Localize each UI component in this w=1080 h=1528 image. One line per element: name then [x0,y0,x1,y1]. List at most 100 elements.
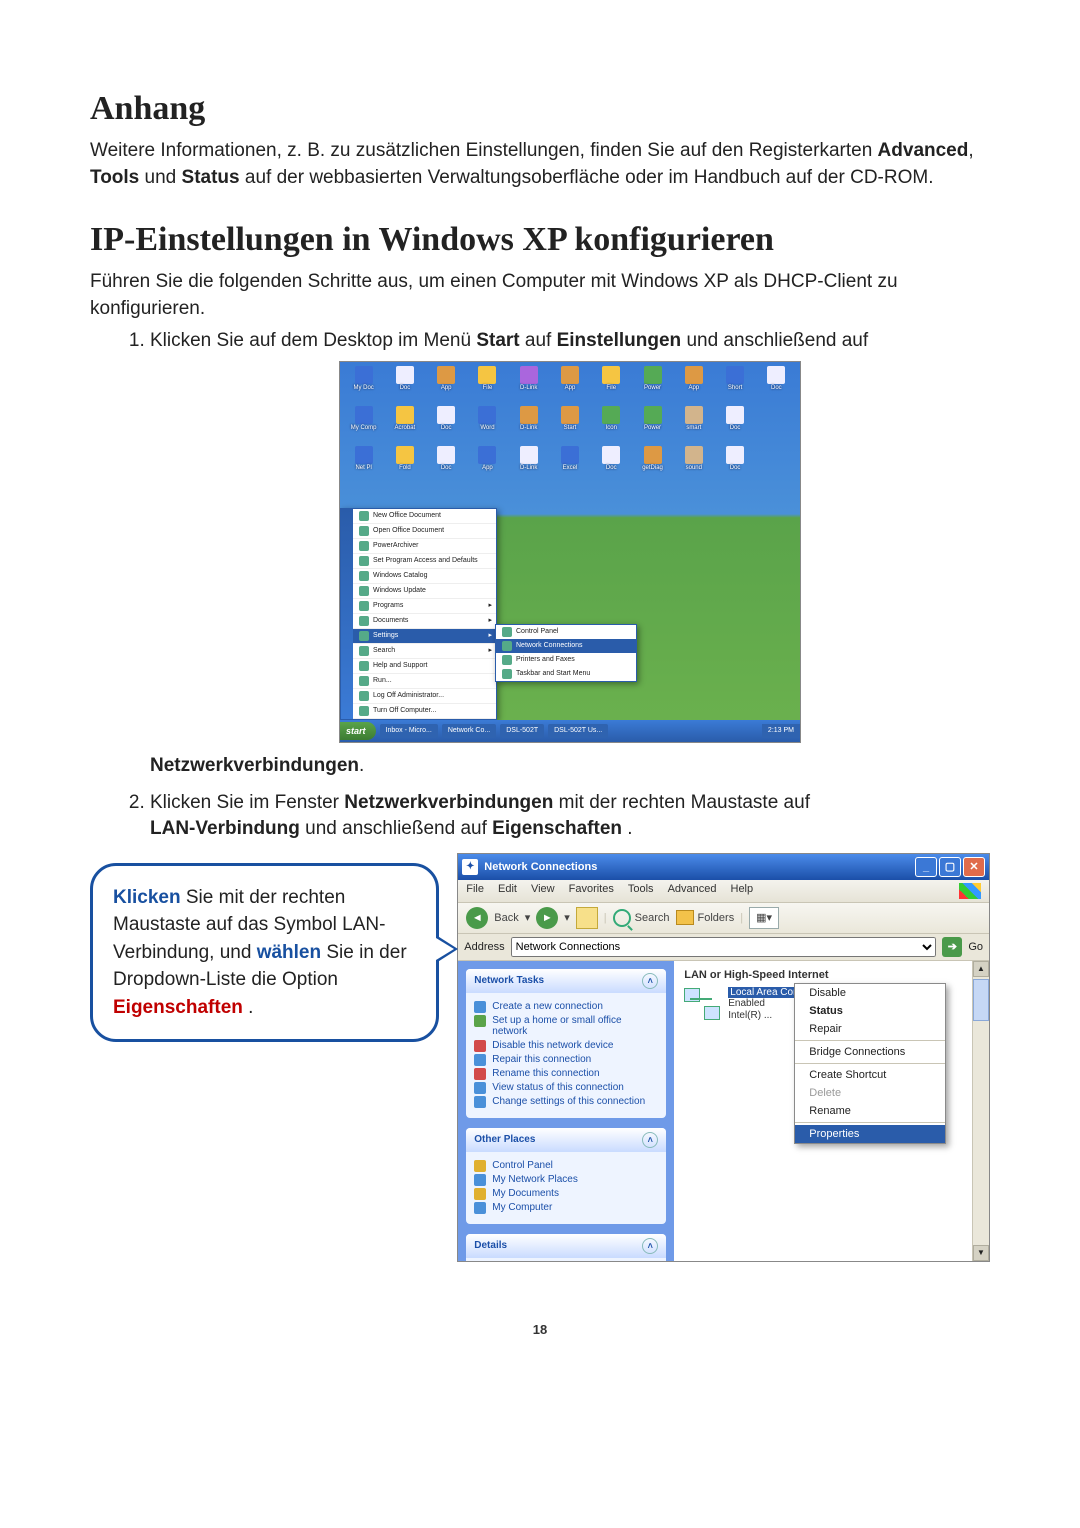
address-select[interactable]: Network Connections [511,937,937,957]
ctx-properties[interactable]: Properties [795,1125,945,1143]
menu-item[interactable]: Log Off Administrator... [373,691,444,701]
task-link[interactable]: Change settings of this connection [474,1096,658,1108]
menu-edit[interactable]: Edit [498,883,517,899]
dropdown-icon[interactable]: ▾ [564,911,570,924]
menu-item-settings[interactable]: Settings [373,631,398,641]
system-tray-clock: 2:13 PM [762,724,800,738]
start-submenu-settings[interactable]: Control Panel Network Connections Printe… [495,624,637,682]
back-button[interactable]: ◄ [466,907,488,929]
start-button[interactable]: start [340,722,376,741]
menu-item[interactable]: Set Program Access and Defaults [373,556,478,566]
ctx-status[interactable]: Status [795,1002,945,1020]
place-link[interactable]: My Network Places [474,1174,658,1186]
up-button[interactable] [576,907,598,929]
toolbar: ◄ Back ▾ ► ▾ | Search Folders | ▦▾ [458,903,989,934]
connection-state: Enabled [728,998,765,1009]
step-2: Klicken Sie im Fenster Netzwerkverbindun… [150,790,990,843]
menu-item[interactable]: Windows Catalog [373,571,427,581]
go-button[interactable]: ➔ [942,937,962,957]
views-button[interactable]: ▦▾ [749,907,779,929]
place-link[interactable]: Control Panel [474,1160,658,1172]
text-bold: Eigenschaften [492,818,622,839]
text: und anschließend auf [305,818,492,839]
submenu-item[interactable]: Control Panel [516,627,558,637]
task-link[interactable]: Disable this network device [474,1040,658,1052]
submenu-item-network-connections[interactable]: Network Connections [516,641,583,651]
ctx-disable[interactable]: Disable [795,984,945,1002]
ctx-create-shortcut[interactable]: Create Shortcut [795,1066,945,1084]
submenu-item[interactable]: Taskbar and Start Menu [516,669,590,679]
menu-item[interactable]: New Office Document [373,511,441,521]
menu-item[interactable]: PowerArchiver [373,541,419,551]
scroll-thumb[interactable] [973,979,989,1021]
close-button[interactable]: ✕ [963,857,985,877]
menu-item[interactable]: Help and Support [373,661,427,671]
menu-tools[interactable]: Tools [628,883,654,899]
ctx-rename[interactable]: Rename [795,1102,945,1120]
window-title: Network Connections [484,861,597,873]
callout-text: . [248,997,253,1018]
place-link[interactable]: My Computer [474,1202,658,1214]
menu-item[interactable]: Documents [373,616,408,626]
go-label: Go [968,941,983,953]
menu-help[interactable]: Help [731,883,754,899]
taskbar-item[interactable]: DSL-502T Us... [548,724,608,738]
chevron-up-icon[interactable]: ˄ [642,1238,658,1254]
menu-item[interactable]: Windows Update [373,586,426,596]
forward-button[interactable]: ► [536,907,558,929]
connection-device: Intel(R) ... [728,1010,772,1021]
ctx-repair[interactable]: Repair [795,1020,945,1038]
callout-keyword-red: Eigenschaften [113,997,243,1018]
connections-area: LAN or High-Speed Internet Local Area Co… [674,961,989,1261]
text: auf der webbasierten Verwaltungsoberfläc… [245,167,934,188]
text: , [968,140,973,161]
menu-item[interactable]: Open Office Document [373,526,444,536]
taskbar-item[interactable]: Inbox - Micro... [380,724,438,738]
menu-item[interactable]: Programs [373,601,403,611]
vertical-scrollbar[interactable]: ▲ ▼ [972,961,989,1261]
menu-item[interactable]: Run... [373,676,392,686]
windows-flag-icon [959,883,981,899]
text-bold: Einstellungen [557,330,682,351]
task-link[interactable]: View status of this connection [474,1082,658,1094]
ctx-bridge[interactable]: Bridge Connections [795,1043,945,1061]
text: Klicken Sie im Fenster [150,792,344,813]
task-link[interactable]: Set up a home or small office network [474,1015,658,1038]
menu-view[interactable]: View [531,883,555,899]
page-number: 18 [90,1322,990,1337]
paragraph-anhang: Weitere Informationen, z. B. zu zusätzli… [90,138,990,191]
menu-item[interactable]: Search [373,646,395,656]
text: und anschließend auf [686,330,868,351]
taskbar-item[interactable]: DSL-502T [500,724,544,738]
task-link[interactable]: Create a new connection [474,1001,658,1013]
text: mit der rechten Maustaste auf [559,792,810,813]
tasks-pane: Network Tasks˄ Create a new connection S… [458,961,674,1261]
chevron-up-icon[interactable]: ˄ [642,1132,658,1148]
app-icon: ✦ [462,859,478,875]
menu-item[interactable]: Turn Off Computer... [373,706,436,716]
scroll-up-icon[interactable]: ▲ [973,961,989,977]
dropdown-icon[interactable]: ▾ [525,911,531,924]
context-menu[interactable]: Disable Status Repair Bridge Connections… [794,983,946,1144]
submenu-item[interactable]: Printers and Faxes [516,655,575,665]
chevron-up-icon[interactable]: ˄ [642,973,658,989]
taskbar-item[interactable]: Network Co... [442,724,496,738]
folders-button[interactable]: Folders [676,910,735,925]
maximize-button[interactable]: ▢ [939,857,961,877]
step-1: Klicken Sie auf dem Desktop im Menü Star… [150,328,990,779]
callout-arrow-icon [436,935,458,963]
heading-ip: IP-Einstellungen in Windows XP konfiguri… [90,221,990,259]
panel-other-places: Other Places˄ Control Panel My Network P… [466,1128,666,1224]
minimize-button[interactable]: _ [915,857,937,877]
task-link[interactable]: Rename this connection [474,1068,658,1080]
text-bold-netzwerkverbindungen: Netzwerkverbindungen [150,755,359,776]
search-button[interactable]: Search [613,909,670,927]
task-link[interactable]: Repair this connection [474,1054,658,1066]
menu-file[interactable]: File [466,883,484,899]
menu-advanced[interactable]: Advanced [668,883,717,899]
place-link[interactable]: My Documents [474,1188,658,1200]
menu-favorites[interactable]: Favorites [569,883,614,899]
menu-bar: File Edit View Favorites Tools Advanced … [458,880,989,903]
start-menu[interactable]: New Office Document Open Office Document… [340,508,497,720]
scroll-down-icon[interactable]: ▼ [973,1245,989,1261]
